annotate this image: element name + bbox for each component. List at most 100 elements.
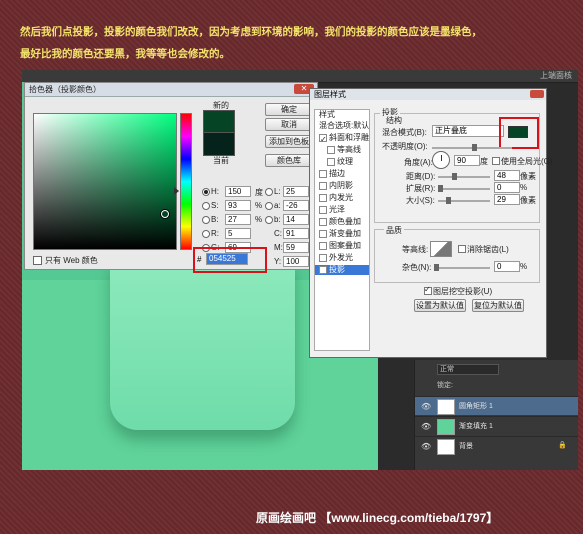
- set-default-button[interactable]: 设置为默认值: [414, 299, 466, 312]
- hue-slider[interactable]: [180, 113, 192, 250]
- field-c[interactable]: 91: [283, 228, 309, 239]
- checkbox-icon[interactable]: [327, 158, 335, 166]
- workspace-label[interactable]: 上端面核: [540, 70, 572, 82]
- checkbox-icon[interactable]: [319, 170, 327, 178]
- radio-l[interactable]: [265, 188, 273, 196]
- color-marker[interactable]: [161, 210, 169, 218]
- radio-a[interactable]: [265, 202, 273, 210]
- anti-alias-checkbox[interactable]: [458, 245, 466, 253]
- eye-icon[interactable]: 👁: [421, 442, 431, 451]
- style-item-blending[interactable]: 混合选项:默认: [315, 121, 369, 131]
- style-item-gradient-overlay[interactable]: 渐变叠加: [315, 229, 369, 239]
- red-highlight-box: [193, 247, 267, 273]
- add-to-swatches-button[interactable]: 添加到色板: [265, 135, 313, 148]
- field-b[interactable]: 27: [225, 214, 251, 225]
- color-libraries-button[interactable]: 颜色库: [265, 154, 313, 167]
- checkbox-icon[interactable]: [319, 182, 327, 190]
- style-item-pattern-overlay[interactable]: 图案叠加: [315, 241, 369, 251]
- checkbox-icon[interactable]: [319, 254, 327, 262]
- field-m[interactable]: 59: [283, 242, 309, 253]
- checkbox-icon[interactable]: [319, 206, 327, 214]
- style-item-inner-shadow[interactable]: 内阴影: [315, 181, 369, 191]
- global-light-checkbox[interactable]: [492, 157, 500, 165]
- checkbox-icon[interactable]: [319, 218, 327, 226]
- style-item-label: 图案叠加: [329, 241, 361, 250]
- size-slider[interactable]: [438, 200, 490, 202]
- cancel-button[interactable]: 取消: [265, 118, 313, 131]
- field-l[interactable]: 25: [283, 186, 309, 197]
- style-item-bevel[interactable]: ✓斜面和浮雕: [315, 133, 369, 143]
- style-item-inner-glow[interactable]: 内发光: [315, 193, 369, 203]
- checkbox-icon[interactable]: [319, 230, 327, 238]
- noise-label: 杂色(N):: [402, 262, 431, 273]
- layer-thumbnail: [437, 439, 455, 455]
- checkbox-checked-icon[interactable]: ✓: [319, 266, 327, 274]
- hue-marker-icon[interactable]: [174, 187, 179, 195]
- spread-input[interactable]: 0: [494, 182, 520, 193]
- layer-row[interactable]: 👁 背景 🔒: [415, 436, 578, 455]
- style-item-contour[interactable]: 等高线: [315, 145, 369, 155]
- radio-h[interactable]: [202, 188, 210, 196]
- radio-r[interactable]: [202, 230, 210, 238]
- style-item-outer-glow[interactable]: 外发光: [315, 253, 369, 263]
- field-h[interactable]: 150: [225, 186, 251, 197]
- slider-knob[interactable]: [452, 173, 457, 180]
- web-colors-only-checkbox[interactable]: 只有 Web 颜色: [33, 255, 98, 266]
- rounded-rect-shape[interactable]: [110, 260, 295, 430]
- layer-row[interactable]: 👁 渐变填充 1: [415, 416, 578, 435]
- checkbox-icon[interactable]: [319, 242, 327, 250]
- unit-s: %: [255, 201, 262, 210]
- layer-blend-mode-select[interactable]: 正常: [437, 364, 499, 375]
- style-item-stroke[interactable]: 描边: [315, 169, 369, 179]
- saturation-field[interactable]: [33, 113, 177, 250]
- field-lab-b[interactable]: 14: [283, 214, 309, 225]
- label-h: H:: [211, 187, 219, 196]
- opacity-slider[interactable]: [432, 147, 512, 149]
- style-item-satin[interactable]: 光泽: [315, 205, 369, 215]
- blend-mode-select[interactable]: 正片叠底: [432, 125, 504, 137]
- checkbox-icon[interactable]: [327, 146, 335, 154]
- layer-row[interactable]: 👁 圆角矩形 1: [415, 396, 578, 415]
- current-color-swatch[interactable]: [203, 132, 235, 156]
- caption-line-2: 最好比我的颜色还要黑，我等等也会修改的。: [20, 46, 230, 61]
- slider-knob[interactable]: [446, 197, 451, 204]
- spread-slider[interactable]: [438, 188, 490, 190]
- slider-knob[interactable]: [438, 185, 443, 192]
- checkbox-checked-icon[interactable]: ✓: [319, 134, 327, 142]
- checkbox-icon[interactable]: [319, 194, 327, 202]
- knockout-checkbox[interactable]: [424, 287, 432, 295]
- field-s[interactable]: 93: [225, 200, 251, 211]
- slider-knob[interactable]: [472, 144, 477, 151]
- noise-slider[interactable]: [434, 267, 490, 269]
- contour-preview[interactable]: [430, 241, 452, 257]
- field-a[interactable]: -26: [283, 200, 309, 211]
- red-highlight-box: [499, 117, 539, 149]
- radio-lab-b[interactable]: [265, 216, 273, 224]
- angle-input[interactable]: 90: [454, 155, 480, 166]
- slider-knob[interactable]: [434, 264, 439, 271]
- knockout-label: 图层挖空投影(U): [433, 286, 492, 297]
- style-item-drop-shadow[interactable]: ✓投影: [315, 265, 369, 275]
- eye-icon[interactable]: 👁: [421, 402, 431, 411]
- field-r[interactable]: 5: [225, 228, 251, 239]
- angle-dial[interactable]: [432, 151, 450, 169]
- checkbox-icon[interactable]: [33, 256, 42, 265]
- field-y[interactable]: 100: [283, 256, 309, 267]
- radio-b[interactable]: [202, 216, 210, 224]
- size-input[interactable]: 29: [494, 194, 520, 205]
- reset-default-button[interactable]: 复位为默认值: [472, 299, 524, 312]
- radio-s[interactable]: [202, 202, 210, 210]
- style-item-label: 内发光: [329, 193, 353, 202]
- noise-input[interactable]: 0: [494, 261, 520, 272]
- spread-unit: %: [520, 183, 527, 192]
- eye-icon[interactable]: 👁: [421, 422, 431, 431]
- ok-button[interactable]: 确定: [265, 103, 313, 116]
- label-c: C:: [274, 229, 282, 238]
- close-icon[interactable]: [530, 90, 544, 98]
- style-item-color-overlay[interactable]: 颜色叠加: [315, 217, 369, 227]
- style-item-texture[interactable]: 纹理: [315, 157, 369, 167]
- layer-style-dialog: 图层样式 样式 混合选项:默认 ✓斜面和浮雕 等高线 纹理 描边 内阴影 内发光…: [309, 88, 547, 358]
- distance-slider[interactable]: [438, 176, 490, 178]
- distance-input[interactable]: 48: [494, 170, 520, 181]
- label-r: R:: [211, 229, 219, 238]
